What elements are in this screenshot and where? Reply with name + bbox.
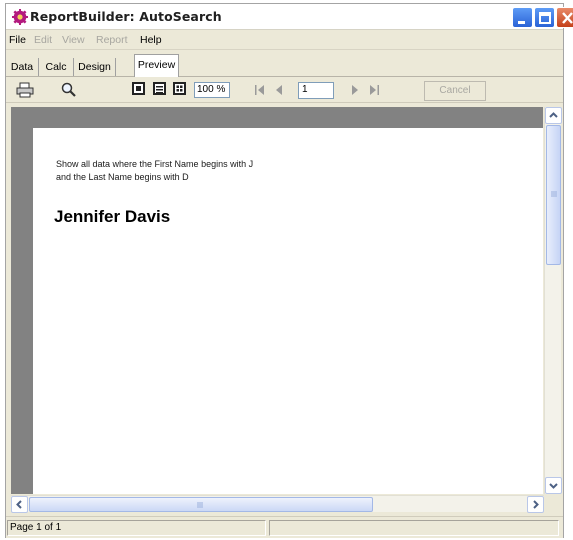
first-page-icon[interactable] (254, 84, 266, 99)
horizontal-scroll-thumb[interactable] (29, 497, 373, 512)
page-width-icon[interactable] (153, 82, 167, 99)
scrollbar-corner (544, 495, 561, 512)
close-button[interactable] (556, 7, 573, 28)
report-canvas[interactable]: Show all data where the First Name begin… (11, 107, 543, 494)
chevron-down-icon (549, 483, 558, 489)
horizontal-scrollbar[interactable] (11, 495, 544, 513)
scroll-left-button[interactable] (11, 496, 28, 513)
tab-design[interactable]: Design (74, 58, 116, 76)
menu-bar: File Edit View Report Help (6, 30, 563, 50)
search-description: Show all data where the First Name begin… (56, 158, 253, 184)
magnifier-icon[interactable] (60, 82, 78, 101)
whole-page-icon[interactable] (132, 82, 146, 99)
vertical-scroll-thumb[interactable] (546, 125, 561, 265)
next-page-icon[interactable] (350, 84, 360, 99)
minimize-button[interactable] (512, 7, 533, 28)
vertical-scrollbar[interactable] (544, 107, 562, 494)
menu-report[interactable]: Report (96, 34, 128, 46)
maximize-button[interactable] (534, 7, 555, 28)
tab-data[interactable]: Data (6, 58, 39, 76)
grip-icon (551, 191, 557, 197)
100-percent-icon[interactable] (173, 82, 187, 99)
cancel-button[interactable]: Cancel (424, 81, 486, 101)
menu-file[interactable]: File (9, 34, 26, 46)
tab-bar: Data Calc Design Preview (6, 51, 563, 77)
tab-calc[interactable]: Calc (39, 58, 74, 76)
description-line-2: and the Last Name begins with D (56, 172, 189, 182)
chevron-up-icon (549, 112, 558, 118)
status-pane-empty (269, 520, 559, 536)
status-bar: Page 1 of 1 (6, 516, 563, 538)
result-name: Jennifer Davis (54, 207, 171, 226)
menu-help[interactable]: Help (140, 34, 162, 46)
tab-preview[interactable]: Preview (134, 54, 179, 77)
window-title: ReportBuilder: AutoSearch (30, 9, 222, 24)
report-page: Show all data where the First Name begin… (33, 128, 543, 494)
report-builder-window: ReportBuilder: AutoSearch File Edit View… (5, 3, 573, 538)
preview-toolbar: 100 % 1 Cancel (6, 77, 563, 103)
chevron-right-icon (533, 500, 539, 509)
printer-icon[interactable] (16, 82, 34, 101)
menu-view[interactable]: View (62, 34, 85, 46)
menu-edit[interactable]: Edit (34, 34, 52, 46)
title-bar[interactable]: ReportBuilder: AutoSearch (6, 4, 573, 30)
page-status: Page 1 of 1 (7, 520, 266, 536)
zoom-input[interactable]: 100 % (194, 82, 230, 98)
description-line-1: Show all data where the First Name begin… (56, 159, 254, 169)
last-page-icon[interactable] (368, 84, 380, 99)
grip-icon (197, 502, 203, 508)
app-gear-icon (12, 9, 28, 25)
scroll-up-button[interactable] (545, 107, 562, 124)
minimize-icon (518, 21, 525, 24)
close-icon (562, 12, 573, 24)
chevron-left-icon (16, 500, 22, 509)
prior-page-icon[interactable] (274, 84, 284, 99)
page-number-input[interactable]: 1 (298, 82, 334, 99)
maximize-icon (539, 12, 551, 24)
scroll-down-button[interactable] (545, 477, 562, 494)
preview-viewport: Show all data where the First Name begin… (9, 105, 562, 513)
scroll-right-button[interactable] (527, 496, 544, 513)
